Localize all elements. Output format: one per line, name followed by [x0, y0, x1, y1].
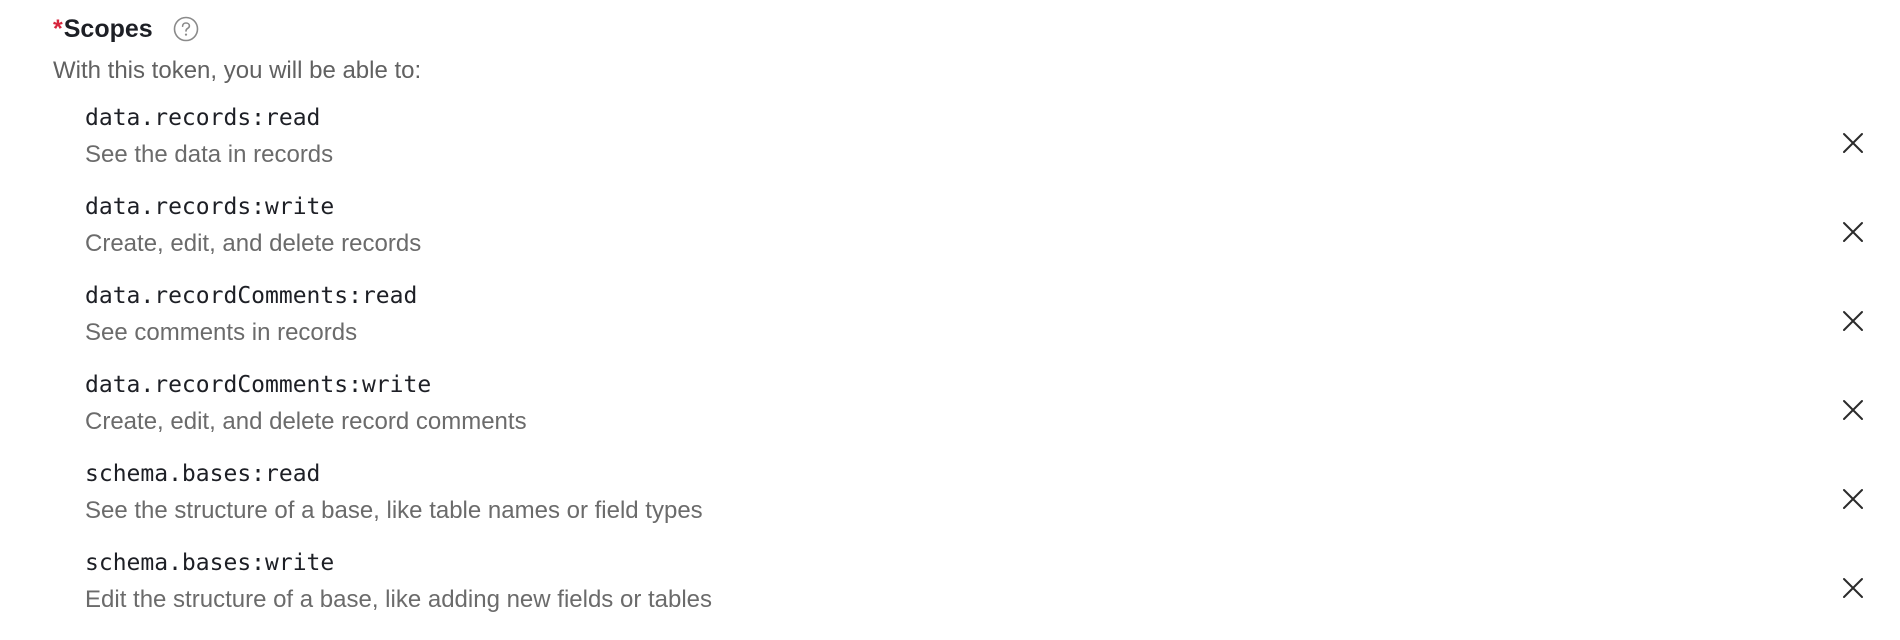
- scope-description: Create, edit, and delete record comments: [85, 407, 527, 435]
- remove-scope-button[interactable]: [1833, 479, 1873, 519]
- scope-name: schema.bases:read: [85, 460, 321, 487]
- scope-item: schema.bases:write Edit the structure of…: [53, 541, 1873, 630]
- scopes-section: * Scopes With this token, you will be ab…: [53, 12, 1873, 630]
- scope-name: schema.bases:write: [85, 549, 335, 576]
- scope-description: See comments in records: [85, 318, 358, 346]
- close-icon: [1843, 221, 1863, 242]
- close-icon: [1843, 310, 1863, 331]
- scopes-header: * Scopes: [53, 12, 1873, 46]
- close-icon: [1843, 488, 1863, 509]
- scope-name: data.records:read: [85, 104, 321, 131]
- close-icon: [1843, 577, 1863, 598]
- scope-item: data.records:write Create, edit, and del…: [53, 185, 1873, 274]
- scope-description: Create, edit, and delete records: [85, 229, 422, 257]
- scope-name: data.recordComments:write: [85, 371, 432, 398]
- remove-scope-button[interactable]: [1833, 301, 1873, 341]
- scope-name: data.recordComments:read: [85, 282, 418, 309]
- scope-description: See the data in records: [85, 140, 334, 168]
- scope-item: schema.bases:read See the structure of a…: [53, 452, 1873, 541]
- scope-item: data.recordComments:write Create, edit, …: [53, 363, 1873, 452]
- scope-description: Edit the structure of a base, like addin…: [85, 585, 713, 613]
- close-icon: [1843, 132, 1863, 153]
- scopes-title: Scopes: [63, 14, 153, 43]
- question-circle-icon[interactable]: [173, 16, 199, 42]
- scope-item: data.recordComments:read See comments in…: [53, 274, 1873, 363]
- remove-scope-button[interactable]: [1833, 390, 1873, 430]
- scope-description: See the structure of a base, like table …: [85, 496, 703, 524]
- remove-scope-button[interactable]: [1833, 568, 1873, 608]
- scopes-subtitle: With this token, you will be able to:: [53, 57, 422, 84]
- close-icon: [1843, 399, 1863, 420]
- remove-scope-button[interactable]: [1833, 123, 1873, 163]
- scope-name: data.records:write: [85, 193, 335, 220]
- scope-list: data.records:read See the data in record…: [53, 96, 1873, 630]
- required-marker: *: [53, 14, 63, 43]
- scope-item: data.records:read See the data in record…: [53, 96, 1873, 185]
- remove-scope-button[interactable]: [1833, 212, 1873, 252]
